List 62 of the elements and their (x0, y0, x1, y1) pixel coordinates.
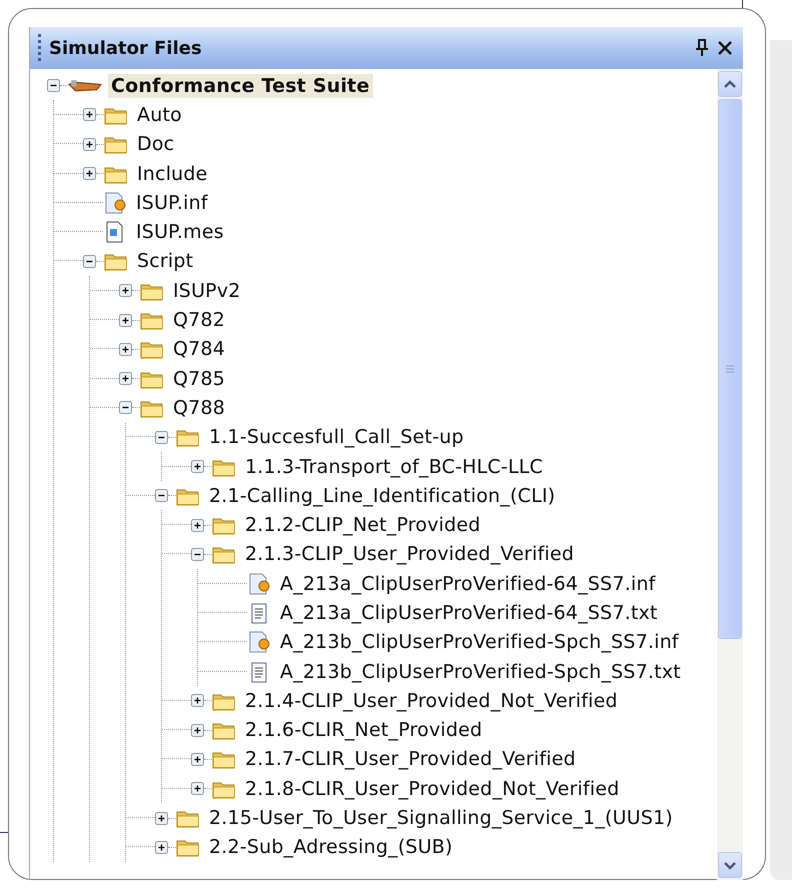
expand-toggle[interactable] (83, 167, 96, 180)
expand-toggle[interactable] (191, 694, 204, 708)
expand-toggle[interactable] (83, 108, 96, 122)
tree-item[interactable]: Include (134, 162, 211, 186)
tree-item[interactable]: 2.1.6-CLIR_Net_Provided (242, 718, 486, 742)
tree-item[interactable]: A_213b_ClipUserProVerified-Spch_SS7.inf (277, 630, 682, 654)
expand-toggle[interactable] (83, 138, 96, 151)
tree-item[interactable]: 2.1.2-CLIP_Net_Provided (242, 513, 484, 538)
tree-item[interactable]: 2.1-Calling_Line_Identification_(CLI) (206, 484, 558, 508)
tree-item[interactable]: Q782 (170, 308, 228, 332)
expand-toggle[interactable] (155, 840, 168, 854)
settings-file-icon (247, 572, 271, 595)
tree-item[interactable]: Auto (134, 102, 185, 127)
tree-item[interactable]: 2.2-Sub_Adressing_(SUB) (206, 835, 456, 860)
tree-item[interactable]: Q784 (170, 337, 228, 362)
chevron-down-icon (723, 860, 737, 870)
expand-toggle[interactable] (191, 724, 204, 737)
tree-item[interactable]: 1.1.3-Transport_of_BC-HLC-LLC (242, 454, 546, 478)
expand-toggle[interactable] (119, 284, 132, 298)
tree-item[interactable]: 1.1-Succesfull_Call_Set-up (206, 425, 467, 450)
grip-icon (38, 34, 41, 62)
expand-toggle[interactable] (191, 460, 204, 473)
expand-toggle[interactable] (191, 782, 204, 796)
expand-toggle[interactable] (119, 314, 132, 327)
tree-item[interactable]: Doc (134, 132, 178, 156)
scroll-up-button[interactable] (718, 71, 742, 97)
expand-toggle[interactable] (191, 752, 204, 766)
close-icon[interactable] (717, 40, 733, 56)
chevron-up-icon (723, 80, 737, 88)
tree-item[interactable]: 2.15-User_To_User_Signalling_Service_1_(UUS1) (206, 806, 676, 830)
collapse-toggle[interactable] (83, 254, 96, 268)
expand-toggle[interactable] (191, 518, 204, 532)
tree-item[interactable]: ISUP.mes (133, 220, 227, 244)
tree-item[interactable]: ISUPv2 (170, 278, 244, 303)
collapse-toggle[interactable] (155, 489, 168, 502)
tree-item[interactable]: A_213b_ClipUserProVerified-Spch_SS7.txt (277, 660, 684, 684)
tree-item[interactable]: 2.1.7-CLIR_User_Provided_Verified (242, 747, 579, 772)
settings-file-icon (247, 631, 271, 654)
tree-item[interactable]: A_213a_ClipUserProVerified-64_SS7.txt (277, 600, 661, 625)
expand-toggle[interactable] (119, 342, 132, 356)
collapse-toggle[interactable] (119, 401, 132, 414)
tree-item[interactable]: Script (134, 249, 196, 274)
tree-item[interactable]: Q785 (170, 366, 228, 391)
expand-toggle[interactable] (119, 372, 132, 386)
tree-item[interactable]: A_213a_ClipUserProVerified-64_SS7.inf (277, 572, 658, 596)
settings-file-icon (103, 192, 127, 214)
scroll-thumb[interactable] (718, 99, 742, 639)
tree-item[interactable]: 2.1.4-CLIP_User_Provided_Not_Verified (242, 688, 621, 713)
tree-item[interactable]: ISUP.inf (133, 190, 211, 215)
panel-title: Simulator Files (49, 38, 203, 58)
tool-icon (68, 79, 102, 92)
pin-icon[interactable] (695, 39, 709, 57)
grip-icon (725, 365, 735, 373)
scroll-down-button[interactable] (718, 852, 742, 878)
tree-item[interactable]: Q788 (170, 396, 228, 420)
expand-toggle[interactable] (155, 812, 168, 825)
collapse-toggle[interactable] (47, 79, 60, 92)
tree-item[interactable]: 2.1.8-CLIR_User_Provided_Not_Verified (242, 776, 622, 801)
tree-item[interactable]: Conformance Test Suite (108, 74, 373, 98)
collapse-toggle[interactable] (191, 548, 204, 561)
collapse-toggle[interactable] (155, 430, 168, 444)
tree-item[interactable]: 2.1.3-CLIP_User_Provided_Verified (242, 542, 578, 566)
